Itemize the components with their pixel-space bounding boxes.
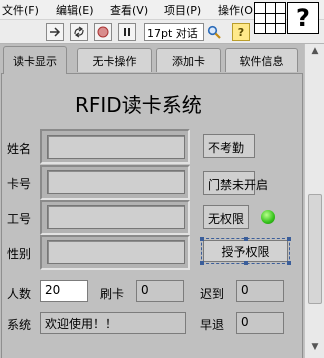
swipe-label: 刷卡 <box>100 287 125 301</box>
name-field[interactable] <box>47 135 185 159</box>
job-number-field[interactable] <box>47 205 185 229</box>
connector-pane-icon[interactable] <box>254 2 286 34</box>
door-status: 门禁未开启 <box>203 171 268 195</box>
tab-software-info[interactable]: 软件信息 <box>225 48 298 72</box>
people-count-input[interactable]: 20 <box>40 280 88 302</box>
attendance-status: 不考勤 <box>203 134 255 158</box>
search-icon[interactable] <box>205 23 223 41</box>
tab-add-card[interactable]: 添加卡 <box>156 48 221 72</box>
page-title: RFID读卡系统 <box>75 93 202 117</box>
grant-permission-label: 授予权限 <box>221 244 270 259</box>
help-icon[interactable]: ? <box>232 23 250 41</box>
menu-view[interactable]: 查看(V) <box>110 2 148 18</box>
swipe-count: 0 <box>136 280 184 302</box>
run-continuous-icon[interactable] <box>70 23 88 41</box>
context-help-icon[interactable]: ? <box>287 2 319 34</box>
run-arrow-icon[interactable] <box>46 23 64 41</box>
scroll-down-icon[interactable]: ▼ <box>308 342 322 356</box>
job-number-label: 工号 <box>7 212 32 226</box>
menu-file[interactable]: 文件(F) <box>2 2 39 18</box>
system-message: 欢迎使用！！ <box>40 312 186 334</box>
gender-field[interactable] <box>47 240 185 264</box>
pause-icon[interactable] <box>118 23 136 41</box>
early-leave-count: 0 <box>236 312 284 334</box>
card-label: 卡号 <box>7 177 32 191</box>
tab-no-card[interactable]: 无卡操作 <box>77 48 152 72</box>
menu-project[interactable]: 项目(P) <box>164 2 201 18</box>
gender-label: 性别 <box>7 247 32 261</box>
menu-operate[interactable]: 操作(O <box>218 2 253 18</box>
scroll-thumb[interactable] <box>308 194 322 304</box>
tab-read-display[interactable]: 读卡显示 <box>3 46 67 74</box>
scroll-up-icon[interactable]: ▲ <box>308 46 322 60</box>
late-count: 0 <box>236 280 284 302</box>
people-count-label: 人数 <box>7 287 32 301</box>
name-label: 姓名 <box>7 142 32 156</box>
system-label: 系统 <box>7 318 32 332</box>
permission-status: 无权限 <box>203 205 249 229</box>
late-label: 迟到 <box>200 287 225 301</box>
abort-icon[interactable] <box>94 23 112 41</box>
vertical-scrollbar[interactable]: ▲ ▼ <box>304 44 324 358</box>
permission-led-indicator <box>261 210 275 224</box>
grant-permission-button[interactable]: 授予权限 <box>200 237 291 265</box>
card-field[interactable] <box>47 170 185 194</box>
early-leave-label: 早退 <box>200 318 225 332</box>
font-dropdown[interactable]: 17pt 对话 <box>144 23 204 41</box>
menu-edit[interactable]: 编辑(E) <box>56 2 94 18</box>
